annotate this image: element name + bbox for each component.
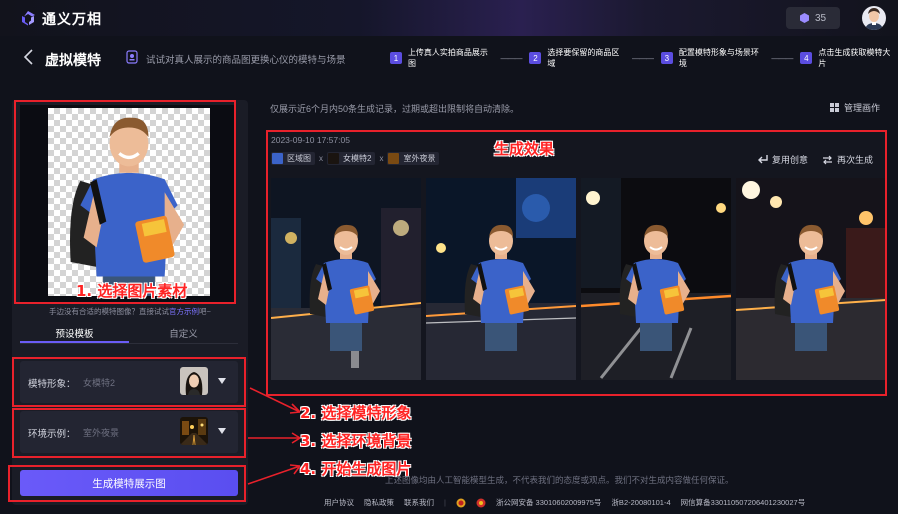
- icp-public-security[interactable]: 浙公网安备 33010602009975号: [496, 497, 601, 508]
- step-label: 点击生成获取模特大片: [818, 48, 891, 68]
- step-separator: ———: [500, 53, 522, 63]
- official-sample-link[interactable]: 官方示例: [169, 307, 199, 316]
- annotation-step-2: 2. 选择模特形象: [300, 404, 412, 422]
- hint-suffix: 吧~: [199, 307, 211, 316]
- points-count: 35: [814, 12, 827, 24]
- manage-works-button[interactable]: 管理画作: [830, 101, 880, 114]
- annotation-step-3: 3. 选择环境背景: [300, 432, 412, 450]
- highlight-generate: [8, 465, 246, 502]
- footer-link-terms[interactable]: 用户协议: [324, 497, 354, 508]
- highlight-result: [266, 130, 887, 396]
- highlight-scene: [12, 408, 246, 458]
- step-number: 3: [660, 52, 673, 64]
- sample-hint: 手边没有合适的模特图像？直接试试官方示例吧~: [12, 306, 248, 317]
- model-tip-icon: [126, 50, 138, 64]
- footer-link-contact[interactable]: 联系我们: [404, 497, 434, 508]
- tab-custom[interactable]: 自定义: [129, 324, 238, 343]
- step-2: 2 选择要保留的商品区域 ———: [529, 47, 660, 69]
- step-label: 上传真人实拍商品展示图: [407, 48, 488, 68]
- step-4: 4 点击生成获取模特大片: [800, 47, 898, 69]
- tab-preset[interactable]: 预设模板: [20, 324, 129, 343]
- step-separator: ———: [771, 53, 793, 63]
- step-number: 2: [529, 52, 542, 64]
- annotation-result-title: 生成效果: [494, 140, 555, 158]
- app-title[interactable]: 通义万相: [42, 9, 102, 29]
- footer-separator: |: [444, 498, 446, 507]
- step-label: 选择要保留的商品区域: [547, 48, 620, 68]
- grid-icon: [830, 103, 839, 112]
- back-arrow-icon[interactable]: [20, 48, 38, 66]
- footer-link-privacy[interactable]: 隐私政策: [364, 497, 394, 508]
- step-3: 3 配置模特形象与场景环境 ———: [660, 47, 800, 69]
- annotation-step-1: 1. 选择图片素材: [76, 282, 188, 300]
- template-tabs: 预设模板 自定义: [20, 324, 238, 344]
- step-1: 1 上传真人实拍商品展示图 ———: [390, 47, 529, 69]
- highlight-model: [12, 357, 246, 407]
- hint-text: 手边没有合适的模特图像？直接试试: [49, 307, 170, 316]
- highlight-upload: [14, 100, 236, 304]
- step-label: 配置模特形象与场景环境: [678, 48, 759, 68]
- step-number: 4: [800, 52, 813, 64]
- footer: 用户协议 隐私政策 联系我们 | 浙公网安备 33010602009975号 浙…: [324, 497, 805, 508]
- page-subtitle: 试试对真人展示的商品图更换心仪的模特与场景: [146, 55, 346, 66]
- step-separator: ———: [631, 53, 654, 63]
- step-number: 1: [390, 52, 402, 64]
- annotation-arrows: [247, 387, 301, 485]
- ai-disclaimer: 上述图像均由人工智能模型生成，不代表我们的态度或观点。我们不对生成内容做任何保证…: [385, 475, 734, 485]
- points-icon: [799, 13, 809, 23]
- manage-works-label: 管理画作: [844, 103, 881, 113]
- top-bar: 通义万相 35: [0, 0, 898, 36]
- points-badge[interactable]: 35: [786, 7, 840, 29]
- page-title: 虚拟模特: [45, 52, 101, 68]
- step-guide: 1 上传真人实拍商品展示图 ——— 2 选择要保留的商品区域 ——— 3 配置模…: [390, 48, 898, 68]
- user-avatar[interactable]: [862, 6, 886, 30]
- emblem-icon: [476, 498, 486, 507]
- icp-algorithm[interactable]: 网信算备330110507206401230027号: [681, 497, 806, 508]
- history-notice: 仅展示近6个月内50条生成记录，过期或超出限制将自动清除。: [270, 104, 520, 114]
- icp-license[interactable]: 浙B2-20080101-4: [611, 497, 670, 508]
- tongyi-logo-icon[interactable]: [20, 10, 36, 26]
- police-badge-icon: [456, 498, 466, 507]
